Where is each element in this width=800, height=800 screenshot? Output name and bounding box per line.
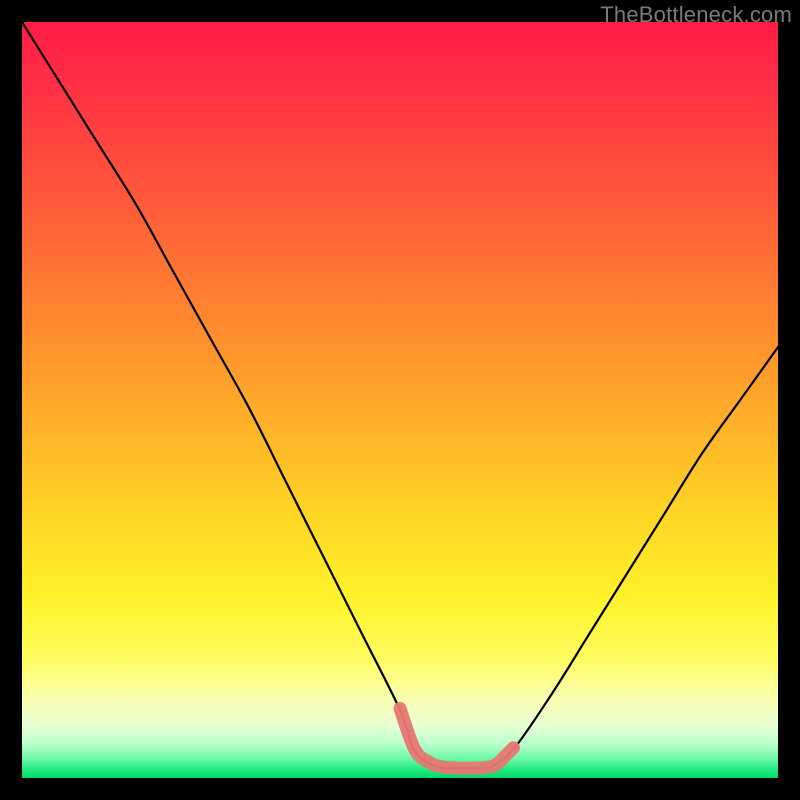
series-curve-black	[22, 22, 778, 769]
watermark-text: TheBottleneck.com	[600, 2, 792, 28]
chart-svg	[22, 22, 778, 778]
series-marker-pink	[400, 708, 513, 768]
chart-frame: TheBottleneck.com	[0, 0, 800, 800]
plot-area	[22, 22, 778, 778]
series-group	[22, 22, 778, 769]
